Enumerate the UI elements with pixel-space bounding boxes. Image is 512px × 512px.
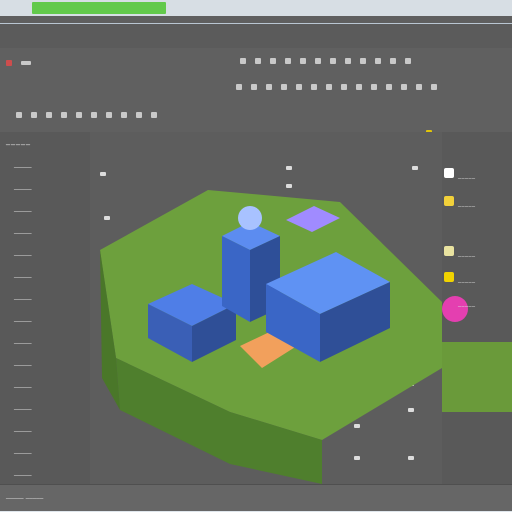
- tool-icon-2[interactable]: [31, 112, 37, 118]
- swatch-yellow[interactable]: [444, 196, 454, 206]
- toolbar-icon-e[interactable]: [300, 58, 306, 64]
- toolbar-icon-w[interactable]: [386, 84, 392, 90]
- right-panel: _____ _____ _____ _____ _____: [442, 132, 512, 484]
- toolbar-row-3: [236, 84, 437, 90]
- toolbar-icon-s[interactable]: [326, 84, 332, 90]
- toolbar-icon-y[interactable]: [416, 84, 422, 90]
- left-panel: _____ _____ _____ _____ _____ _____ ____…: [0, 132, 90, 484]
- swatch-white[interactable]: [444, 168, 454, 178]
- tool-icon-8[interactable]: [121, 112, 127, 118]
- toolbar-icon-u[interactable]: [356, 84, 362, 90]
- right-item-label: _____: [458, 276, 476, 283]
- right-item-label: _____: [458, 200, 476, 207]
- toolbar-icon-v[interactable]: [371, 84, 377, 90]
- tool-icon-9[interactable]: [136, 112, 142, 118]
- toolbar-icon-h[interactable]: [345, 58, 351, 64]
- toolbar-icon-d[interactable]: [285, 58, 291, 64]
- toolbar-icon-o[interactable]: [266, 84, 272, 90]
- swatch-bright-yellow[interactable]: [444, 272, 454, 282]
- toolbar-icon-g[interactable]: [330, 58, 336, 64]
- left-panel-row[interactable]: _____: [14, 424, 32, 432]
- toolbar-icon-n[interactable]: [251, 84, 257, 90]
- toolbar-row-2: [240, 58, 411, 64]
- app-frame: _____ _____ _____ _____ _____ _____ ____…: [0, 0, 512, 512]
- left-panel-row[interactable]: _____: [14, 380, 32, 388]
- tool-icon-6[interactable]: [91, 112, 97, 118]
- tower-dome: [238, 206, 262, 230]
- toolbar-icon-k[interactable]: [390, 58, 396, 64]
- left-panel-row[interactable]: _____: [14, 248, 32, 256]
- left-panel-row[interactable]: _____: [14, 270, 32, 278]
- left-panel-row[interactable]: _____: [14, 402, 32, 410]
- left-panel-row[interactable]: _____: [14, 182, 32, 190]
- swatch-cream[interactable]: [444, 246, 454, 256]
- toolbar-icon-x[interactable]: [401, 84, 407, 90]
- status-bar: _____ _____: [0, 484, 512, 511]
- toolbar-icon-m[interactable]: [236, 84, 242, 90]
- grass-swatch-preview: [442, 342, 512, 412]
- tool-icon-4[interactable]: [61, 112, 67, 118]
- toolbar-icon-t[interactable]: [341, 84, 347, 90]
- left-panel-row[interactable]: _____: [14, 160, 32, 168]
- status-text: _____ _____: [6, 491, 44, 499]
- right-item-label: _____: [458, 300, 476, 307]
- right-item-label: _____: [458, 250, 476, 257]
- toolbar-icon-r[interactable]: [311, 84, 317, 90]
- tool-icon-10[interactable]: [151, 112, 157, 118]
- toolbar-icon-i[interactable]: [360, 58, 366, 64]
- left-panel-title: _____: [6, 136, 31, 145]
- toolbar: [0, 48, 512, 136]
- toolbar-icon-c[interactable]: [270, 58, 276, 64]
- tool-icon-3[interactable]: [46, 112, 52, 118]
- left-panel-row[interactable]: _____: [14, 204, 32, 212]
- tool-icon-1[interactable]: [16, 112, 22, 118]
- left-panel-row[interactable]: _____: [14, 292, 32, 300]
- title-strip: [0, 0, 512, 16]
- toolbar-icon-j[interactable]: [375, 58, 381, 64]
- toolbar-icon-f[interactable]: [315, 58, 321, 64]
- left-panel-row[interactable]: _____: [14, 314, 32, 322]
- left-panel-row[interactable]: _____: [14, 446, 32, 454]
- tool-icon-5[interactable]: [76, 112, 82, 118]
- toolbar-icon-l[interactable]: [405, 58, 411, 64]
- left-panel-row[interactable]: _____: [14, 468, 32, 476]
- progress-indicator: [32, 2, 166, 14]
- toolbar-icon-z[interactable]: [431, 84, 437, 90]
- viewport-canvas[interactable]: [90, 132, 442, 484]
- toolbar-icon-q[interactable]: [296, 84, 302, 90]
- isometric-scene: [100, 190, 442, 484]
- left-panel-row[interactable]: _____: [14, 358, 32, 366]
- left-panel-row[interactable]: _____: [14, 336, 32, 344]
- menu-icon[interactable]: [21, 61, 31, 65]
- title-strip-dark: [0, 16, 512, 24]
- main-window: _____ _____ _____ _____ _____ _____ ____…: [0, 24, 512, 511]
- toolbar-icon-b[interactable]: [255, 58, 261, 64]
- toolbar-row-1: [6, 60, 31, 66]
- tool-icon-7[interactable]: [106, 112, 112, 118]
- toolbar-row-4: [16, 112, 157, 118]
- toolbar-icon-p[interactable]: [281, 84, 287, 90]
- left-panel-row[interactable]: _____: [14, 226, 32, 234]
- record-icon[interactable]: [6, 60, 12, 66]
- right-item-label: _____: [458, 172, 476, 179]
- toolbar-icon-a[interactable]: [240, 58, 246, 64]
